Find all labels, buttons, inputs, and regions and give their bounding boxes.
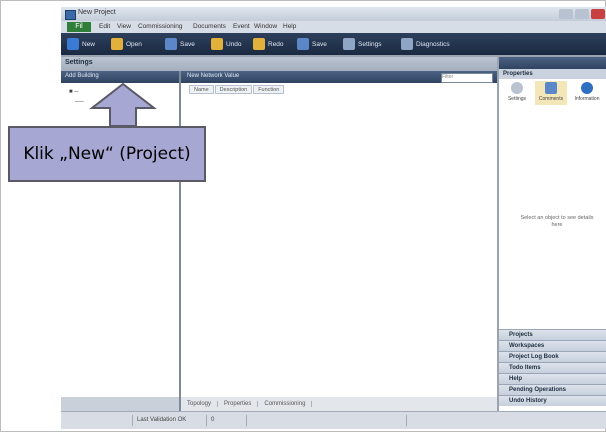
tree-root-node[interactable]: ■ ─ <box>69 89 79 95</box>
accordion-projects[interactable]: Projects <box>499 329 606 340</box>
status-bar: Last Validation OK 0 <box>61 411 606 429</box>
status-count: 0 <box>207 415 247 426</box>
tree-child-node[interactable]: ── <box>75 99 84 105</box>
column-header-name[interactable]: Name <box>189 85 214 94</box>
disk-icon <box>297 38 309 50</box>
main-toolbar: New Open Save Undo Redo Save Settings Di… <box>61 33 606 55</box>
filter-input[interactable]: Filter <box>441 73 493 83</box>
close-button[interactable] <box>591 9 605 19</box>
maximize-button[interactable] <box>575 9 589 19</box>
settings-panel-header: Settings <box>61 57 497 71</box>
settings-icon <box>343 38 355 50</box>
undo-icon <box>211 38 223 50</box>
accordion-undo-history[interactable]: Undo History <box>499 395 606 406</box>
menu-event[interactable]: Event <box>233 23 250 30</box>
add-building-button[interactable]: Add Building <box>65 73 99 79</box>
redo-icon <box>253 38 265 50</box>
app-icon <box>65 10 76 20</box>
menu-view[interactable]: View <box>117 23 131 30</box>
menu-commissioning[interactable]: Commissioning <box>138 23 182 30</box>
save-button[interactable]: Save <box>165 37 195 51</box>
new-project-icon <box>67 38 79 50</box>
menu-window[interactable]: Window <box>254 23 277 30</box>
menu-bar: Fil Edit View Commissioning Documents Ev… <box>61 21 606 33</box>
new-button-label: New <box>82 40 96 48</box>
properties-pane: Properties Settings Comments Information… <box>499 57 606 411</box>
window-title: New Project <box>78 9 116 16</box>
main-pane-toolbar: New Network Value Filter <box>181 71 497 83</box>
accordion-workspaces[interactable]: Workspaces <box>499 340 606 351</box>
properties-title: Properties <box>499 69 606 79</box>
tab-settings[interactable]: Settings <box>501 81 533 105</box>
tab-comments-label: Comments <box>538 96 564 102</box>
file-menu[interactable]: Fil <box>67 22 91 32</box>
properties-pane-toolbar <box>499 57 606 69</box>
left-pane-footer <box>61 397 179 411</box>
diagnostics-icon <box>401 38 413 50</box>
info-icon <box>581 82 593 94</box>
instruction-callout: Klik „New“ (Project) <box>8 126 206 182</box>
minimize-button[interactable] <box>559 9 573 19</box>
new-project-button[interactable]: New <box>67 37 95 51</box>
settings-main-pane: New Network Value Filter Name Descriptio… <box>181 71 497 411</box>
tab-commissioning[interactable]: Commissioning <box>258 401 313 407</box>
properties-empty-message: Select an object to see details here <box>520 215 594 228</box>
save-button-label: Save <box>180 40 195 48</box>
open-button-label: Open <box>126 40 142 48</box>
tab-properties[interactable]: Properties <box>218 401 259 407</box>
status-cell-blank <box>247 415 407 426</box>
accordion-todo-items[interactable]: Todo Items <box>499 362 606 373</box>
gear-icon <box>511 82 523 94</box>
accordion-pending-operations[interactable]: Pending Operations <box>499 384 606 395</box>
open-button[interactable]: Open <box>111 37 142 51</box>
save-disk-button[interactable]: Save <box>297 37 327 51</box>
redo-button[interactable]: Redo <box>253 37 284 51</box>
undo-button[interactable]: Undo <box>211 37 242 51</box>
pointer-arrow-icon <box>89 82 157 127</box>
comment-icon <box>545 82 557 94</box>
settings-button[interactable]: Settings <box>343 37 382 51</box>
settings-panel-title: Settings <box>65 59 93 66</box>
tab-topology[interactable]: Topology <box>181 401 219 407</box>
redo-button-label: Redo <box>268 40 284 48</box>
status-validation: Last Validation OK <box>133 415 207 426</box>
open-folder-icon <box>111 38 123 50</box>
diagnostics-button-label: Diagnostics <box>416 40 450 48</box>
undo-button-label: Undo <box>226 40 242 48</box>
column-header-description[interactable]: Description <box>214 85 253 94</box>
tab-settings-label: Settings <box>507 96 527 102</box>
status-cell-empty <box>61 415 133 426</box>
save-disk-button-label: Save <box>312 40 327 48</box>
slide-frame: New Project Fil Edit View Commissioning … <box>0 0 606 432</box>
application-window: New Project Fil Edit View Commissioning … <box>61 7 606 429</box>
title-bar: New Project <box>61 7 606 21</box>
accordion-help[interactable]: Help <box>499 373 606 384</box>
tab-comments[interactable]: Comments <box>535 81 567 105</box>
save-icon <box>165 38 177 50</box>
menu-help[interactable]: Help <box>283 23 296 30</box>
accordion-project-log-book[interactable]: Project Log Book <box>499 351 606 362</box>
column-header-function[interactable]: Function <box>253 85 285 94</box>
settings-button-label: Settings <box>358 40 382 48</box>
tab-information-label: Information <box>574 96 600 102</box>
new-network-value-button[interactable]: New Network Value <box>187 73 239 79</box>
menu-documents[interactable]: Documents <box>193 23 226 30</box>
column-header-row: Name Description Function <box>189 85 285 94</box>
bottom-tab-strip: Topology Properties Commissioning <box>181 397 497 411</box>
menu-edit[interactable]: Edit <box>99 23 110 30</box>
tab-information[interactable]: Information <box>571 81 603 105</box>
diagnostics-button[interactable]: Diagnostics <box>401 37 450 51</box>
